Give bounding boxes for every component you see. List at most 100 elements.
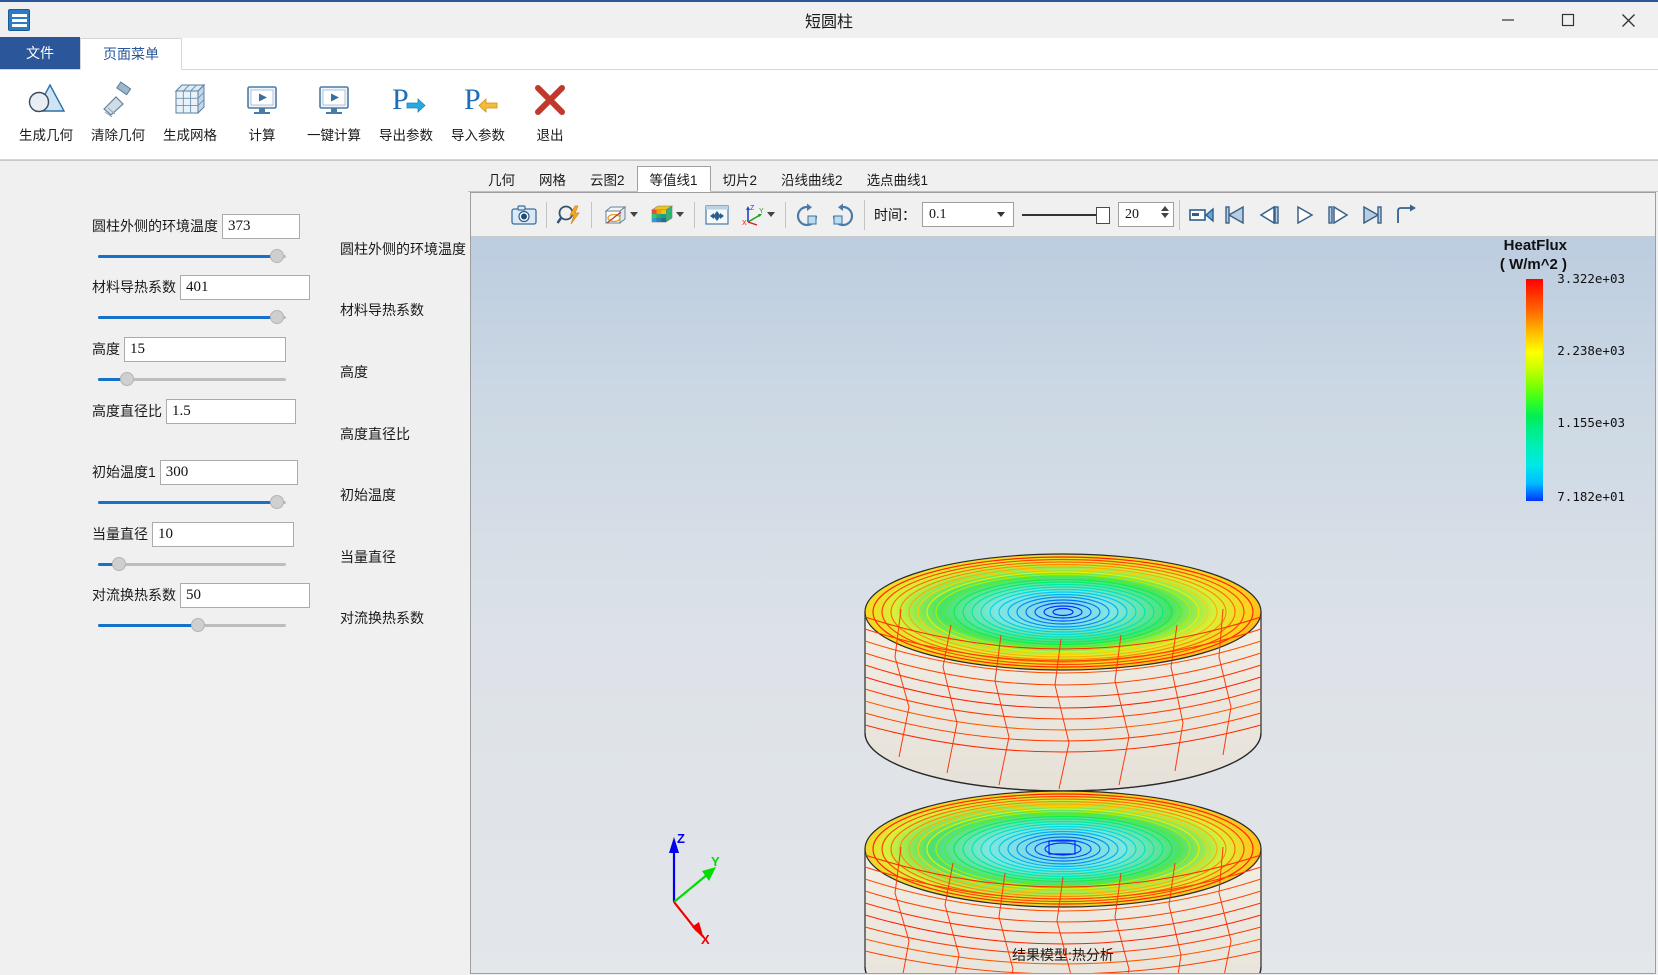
chevron-down-icon[interactable] [766,212,775,217]
param-desc-0: 圆柱外侧的环境温度 [340,241,466,257]
camera-snapshot-icon [511,204,537,225]
param-slider-0[interactable] [98,248,286,264]
play-button[interactable] [1287,198,1321,232]
time-label: 时间： [874,206,916,223]
close-button[interactable] [1598,1,1658,39]
snapshot-button[interactable] [507,198,541,232]
step-forward-icon [1328,205,1349,224]
stepper-arrows[interactable] [1161,206,1169,218]
slider-knob-4[interactable] [270,495,284,509]
time-slider-thumb[interactable] [1096,206,1110,224]
3d-viewport[interactable]: Z Y X HeatFlux ( W/m^2 ) 3.322e+03 2.238… [471,237,1655,973]
param-input-5[interactable] [152,521,294,547]
param-label-5: 当量直径 [92,526,148,542]
generate-mesh-icon [168,76,212,122]
slider-fill-1 [98,316,277,319]
app-stack-icon [8,9,30,31]
param-input-3[interactable] [166,398,296,424]
clear-geometry-button[interactable]: 清除几何 [82,70,154,158]
frame-count-stepper[interactable]: 20 [1118,202,1174,227]
stepper-down-icon[interactable] [1161,213,1169,218]
param-row-height: 高度 [0,336,468,398]
slider-knob-6[interactable] [191,618,205,632]
axis-orientation-icon: Z Y X [742,205,764,226]
svg-text:P: P [464,83,481,116]
chevron-down-icon[interactable] [675,212,684,217]
rotate-ccw-button[interactable] [825,198,859,232]
parameter-panel: 圆柱外侧的环境温度 圆柱外侧的环境温度 材料导热系数 [0,161,468,975]
view-tab-line-curve[interactable]: 沿线曲线2 [769,166,855,191]
import-params-button[interactable]: P 导入参数 [442,70,514,158]
record-button[interactable] [1185,198,1219,232]
first-frame-button[interactable] [1219,198,1253,232]
param-input-4[interactable] [159,459,298,485]
slider-knob-0[interactable] [270,249,284,263]
loop-icon [1397,204,1416,223]
clip-box-icon [604,205,626,224]
toolbar-separator [694,201,695,228]
chevron-down-icon[interactable] [629,212,638,217]
slider-knob-2[interactable] [120,372,134,386]
param-slider-1[interactable] [98,309,286,325]
generate-geometry-label: 生成几何 [19,128,73,143]
export-params-button[interactable]: P 导出参数 [370,70,442,158]
chevron-down-icon[interactable] [997,212,1005,217]
view-tab-mesh[interactable]: 网格 [527,166,578,191]
exit-label: 退出 [536,128,564,143]
compute-label: 计算 [248,128,276,143]
param-input-6[interactable] [180,582,310,608]
loop-button[interactable] [1389,198,1423,232]
minimize-button[interactable] [1478,1,1538,39]
colormap-button[interactable] [643,198,689,232]
time-slider[interactable] [1022,205,1110,225]
param-slider-5[interactable] [98,556,286,572]
legend-tick-3: 7.182e+01 [1557,489,1625,504]
param-label-0: 圆柱外侧的环境温度 [92,218,218,234]
view-tab-contour-cloud[interactable]: 云图2 [578,166,637,191]
time-dropdown[interactable]: 0.1 [922,202,1014,227]
axis-view-button[interactable]: Z Y X [734,198,780,232]
rotate-cw-button[interactable] [791,198,825,232]
prev-frame-button[interactable] [1253,198,1287,232]
toolbar-separator [785,201,786,228]
view-tab-point-curve[interactable]: 选点曲线1 [854,166,941,191]
legend-tick-2: 1.155e+03 [1557,415,1625,430]
param-slider-6[interactable] [98,617,286,633]
quick-zoom-button[interactable] [552,198,586,232]
param-input-2[interactable] [124,336,286,362]
view-tab-slice[interactable]: 切片2 [710,166,770,191]
slider-knob-5[interactable] [112,557,126,571]
last-frame-button[interactable] [1355,198,1389,232]
generate-geometry-button[interactable]: 生成几何 [10,70,82,158]
clear-geometry-label: 清除几何 [91,128,145,143]
ribbon-tab-file[interactable]: 文件 [0,37,80,69]
one-click-compute-button[interactable]: 一键计算 [298,70,370,158]
view-tab-isoline[interactable]: 等值线1 [636,166,711,192]
param-label-2: 高度 [92,341,120,357]
compute-icon [240,76,284,122]
slider-knob-1[interactable] [270,310,284,324]
generate-mesh-label: 生成网格 [163,128,217,143]
param-slider-4[interactable] [98,494,286,510]
clip-button[interactable] [597,198,643,232]
colormap-cube-icon [650,204,673,223]
param-desc-3: 高度直径比 [340,426,410,442]
param-row-equivalent-diameter: 当量直径 [0,521,468,583]
maximize-button[interactable] [1538,1,1598,39]
rotate-cw-icon [796,203,818,226]
compute-button[interactable]: 计算 [226,70,298,158]
param-input-0[interactable] [222,213,300,239]
clear-geometry-icon [96,76,140,122]
param-input-1[interactable] [180,274,310,300]
view-tab-geometry[interactable]: 几何 [476,166,527,191]
stepper-up-icon[interactable] [1161,206,1169,211]
slider-track-5 [98,563,286,566]
next-frame-button[interactable] [1321,198,1355,232]
fit-view-button[interactable] [700,198,734,232]
ribbon-tab-page-menu[interactable]: 页面菜单 [80,38,182,70]
generate-mesh-button[interactable]: 生成网格 [154,70,226,158]
param-slider-2[interactable] [98,371,286,387]
time-value: 0.1 [929,206,947,222]
legend-tick-0: 3.322e+03 [1557,271,1625,286]
exit-button[interactable]: 退出 [514,70,586,158]
